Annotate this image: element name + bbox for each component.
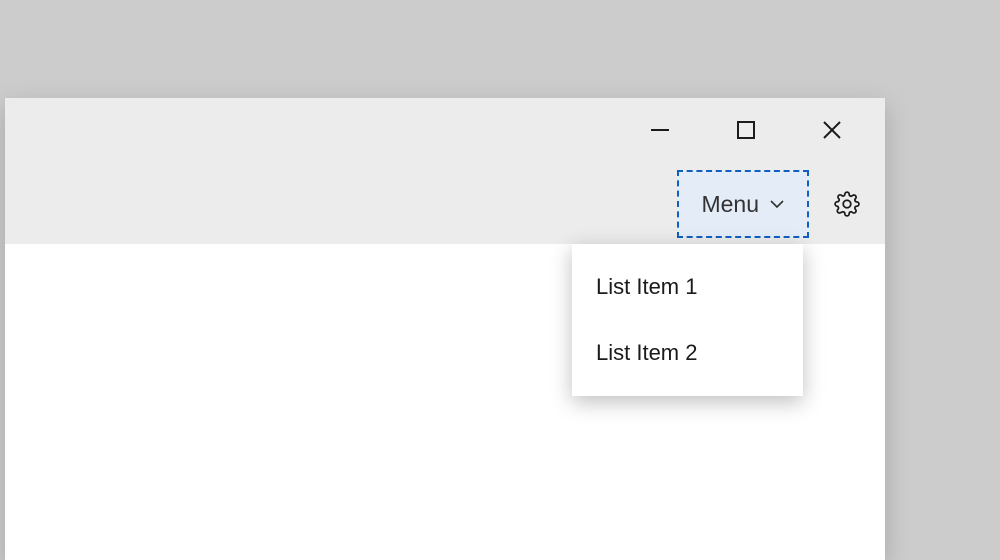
settings-button[interactable] [827,184,867,224]
chevron-down-icon [769,199,785,209]
close-icon [821,119,843,141]
menu-button-label: Menu [701,191,759,218]
list-item[interactable]: List Item 2 [572,320,803,386]
list-item[interactable]: List Item 1 [572,254,803,320]
minimize-icon [649,119,671,141]
list-item-label: List Item 1 [596,274,697,299]
list-item-label: List Item 2 [596,340,697,365]
menu-button[interactable]: Menu [677,170,809,238]
gear-icon [834,191,860,217]
titlebar: Menu [5,98,885,244]
maximize-button[interactable] [723,112,769,148]
menu-dropdown: List Item 1 List Item 2 [572,244,803,396]
app-window: Menu List Item 1 List Item 2 [5,98,885,560]
toolbar: Menu [677,164,885,244]
close-button[interactable] [809,112,855,148]
window-controls [637,112,885,148]
maximize-icon [736,120,756,140]
minimize-button[interactable] [637,112,683,148]
